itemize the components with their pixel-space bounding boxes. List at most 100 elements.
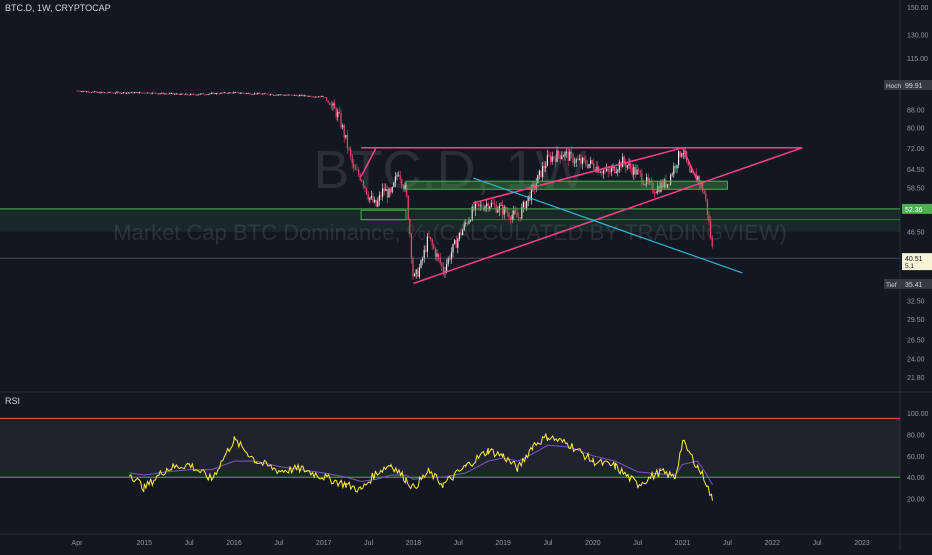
candle-body	[382, 188, 384, 197]
candle-body	[130, 92, 132, 93]
candle-body	[196, 94, 198, 96]
candle-body	[457, 239, 459, 248]
last-price-value: 40.51	[905, 256, 923, 263]
candle-body	[268, 94, 270, 96]
candle-body	[481, 204, 483, 208]
candle-body	[242, 92, 244, 94]
candle-body	[258, 92, 260, 94]
symbol-header[interactable]: BTC.D, 1W, CRYPTOCAP	[5, 3, 111, 13]
candle-body	[257, 92, 259, 95]
high-badge-value: 99.91	[905, 83, 923, 90]
price-tick-label: 32.50	[907, 298, 925, 305]
candle-body	[582, 157, 584, 164]
candle-body	[458, 232, 460, 240]
time-tick-label: 2021	[675, 540, 691, 547]
candle-body	[98, 92, 100, 94]
candle-body	[399, 175, 401, 180]
candle-body	[116, 91, 118, 93]
candle-body	[292, 94, 294, 96]
candle-body	[564, 152, 566, 156]
rsi-indicator-label[interactable]: RSI	[5, 396, 20, 406]
candle-body	[593, 163, 595, 169]
time-tick-label: 2023	[854, 540, 870, 547]
candle-body	[425, 249, 427, 252]
candle-body	[126, 92, 128, 94]
candle-body	[362, 181, 364, 187]
candle-body	[374, 199, 376, 203]
candle-body	[359, 174, 361, 180]
candle-body	[106, 92, 108, 94]
candle-body	[142, 92, 144, 94]
candle-body	[404, 185, 406, 190]
candle-body	[174, 93, 176, 95]
candle-body	[553, 156, 555, 159]
candle-body	[358, 169, 360, 175]
candle-body	[178, 94, 180, 95]
candle-body	[265, 93, 267, 95]
candle-body	[386, 188, 388, 198]
candle-body	[601, 172, 603, 174]
candle-body	[391, 186, 393, 193]
candle-body	[420, 260, 422, 268]
candle-body	[590, 160, 592, 164]
candle-body	[314, 96, 316, 98]
candle-body	[89, 92, 91, 94]
time-tick-label: Jul	[633, 540, 642, 547]
candle-body	[322, 96, 324, 98]
candle-body	[324, 97, 326, 99]
level-badge[interactable]: 52.36	[902, 203, 932, 214]
chart-canvas[interactable]: BTC.D, 1W Market Cap BTC Dominance, % (C…	[0, 0, 932, 550]
candle-body	[230, 92, 232, 94]
candle-body	[166, 93, 168, 95]
candle-body	[639, 170, 641, 174]
candle-body	[378, 195, 380, 201]
candle-body	[346, 134, 348, 149]
candle-body	[217, 93, 219, 94]
candle-body	[433, 244, 435, 249]
last-price-badge[interactable]: 40.515.1	[902, 253, 932, 271]
candle-body	[430, 237, 432, 240]
support-zone-band[interactable]	[0, 208, 900, 232]
candle-body	[113, 92, 115, 94]
candle-body	[572, 153, 574, 163]
candle-body	[278, 94, 280, 96]
candle-body	[193, 93, 195, 95]
low-badge[interactable]: Tief 35.41	[884, 278, 932, 289]
time-tick-label: 2018	[406, 540, 422, 547]
candle-body	[438, 253, 440, 258]
candle-body	[97, 92, 99, 93]
candle-body	[183, 94, 185, 95]
candle-body	[225, 92, 227, 94]
candle-body	[556, 150, 558, 162]
candle-body	[418, 267, 420, 277]
candle-body	[226, 93, 228, 95]
candle-body	[140, 92, 142, 93]
candle-body	[550, 155, 552, 162]
candle-body	[345, 134, 347, 138]
wedge-drop-line[interactable]	[681, 147, 699, 182]
candle-body	[210, 93, 212, 94]
candle-body	[300, 94, 302, 96]
candle-body	[402, 185, 404, 190]
candle-body	[220, 92, 222, 94]
high-badge[interactable]: Hoch 99.91	[884, 79, 932, 90]
candle-body	[626, 165, 628, 168]
candle-body	[246, 93, 248, 94]
candle-body	[121, 93, 123, 94]
candle-body	[604, 170, 606, 172]
candle-body	[311, 96, 313, 98]
candle-body	[351, 155, 353, 164]
candle-body	[426, 236, 428, 252]
candle-body	[321, 96, 323, 98]
price-tick-label: 80.00	[907, 126, 925, 133]
candle-body	[118, 91, 120, 93]
candle-body	[161, 92, 163, 94]
candle-body	[375, 199, 377, 207]
candle-body	[383, 188, 385, 192]
candle-body	[450, 252, 452, 260]
candle-body	[103, 92, 105, 94]
candle-body	[319, 96, 321, 98]
support-zone-60[interactable]	[405, 180, 728, 190]
candle-body	[500, 204, 502, 206]
candle-body	[711, 237, 713, 247]
